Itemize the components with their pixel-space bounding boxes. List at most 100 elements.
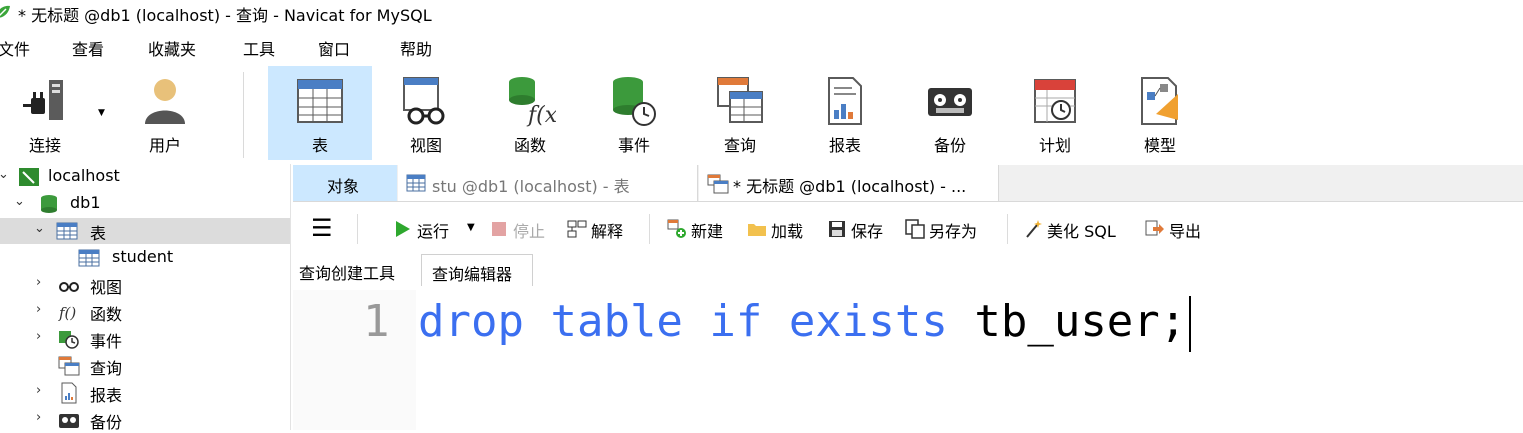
sql-code-line[interactable]: drop table if exists tb_user; [418, 296, 1192, 352]
text-cursor [1189, 296, 1192, 352]
svg-text:f(x): f(x) [526, 103, 556, 128]
tab-query-editor[interactable]: 查询编辑器 [421, 254, 533, 286]
tree-events[interactable]: › 事件 [0, 326, 290, 352]
sql-keyword-drop: drop [418, 296, 524, 347]
connect-button[interactable]: 连接 [0, 66, 90, 160]
toolbar-table-button[interactable]: 表 [268, 66, 372, 160]
line-number: 1 [363, 296, 390, 347]
user-label: 用户 [148, 136, 181, 155]
model-icon [1141, 77, 1178, 125]
menu-view[interactable]: 查看 [72, 36, 104, 60]
tab-query-label: * 无标题 @db1 (localhost) - ... [733, 177, 967, 196]
play-icon [396, 221, 410, 237]
table-icon [56, 222, 78, 240]
expand-chevron-icon[interactable]: › [36, 329, 41, 344]
save-disk-icon [829, 221, 845, 237]
toolbar-report-label: 报表 [828, 136, 861, 155]
toolbar-schedule-button[interactable]: 计划 [1003, 66, 1107, 160]
sql-editor[interactable]: 1 drop table if exists tb_user; [293, 290, 1523, 430]
collapse-chevron-icon[interactable]: ⌄ [34, 221, 45, 236]
connection-icon [19, 168, 39, 186]
toolbar-model-label: 模型 [1143, 136, 1176, 155]
view-icon [403, 77, 445, 125]
toolbar-separator [1007, 214, 1008, 244]
svg-text:f(): f() [58, 304, 76, 322]
report-icon [61, 382, 77, 404]
menu-window[interactable]: 窗口 [318, 36, 350, 60]
connect-dropdown-icon[interactable]: ▼ [98, 108, 105, 118]
table-icon [297, 79, 343, 123]
tree-functions[interactable]: › f() 函数 [0, 299, 290, 325]
expand-chevron-icon[interactable]: › [36, 383, 41, 398]
table-icon [78, 249, 100, 267]
toolbar-event-button[interactable]: 事件 [582, 66, 686, 160]
tree-reports[interactable]: › 报表 [0, 380, 290, 406]
query-builder-label: 查询创建工具 [299, 264, 396, 283]
tree-views[interactable]: › 视图 [0, 272, 290, 298]
tab-query-builder[interactable]: 查询创建工具 [299, 254, 417, 286]
menu-help[interactable]: 帮助 [400, 36, 432, 60]
sql-keyword-table: table [550, 296, 683, 347]
toolbar-report-button[interactable]: 报表 [793, 66, 897, 160]
sql-keyword-exists: exists [788, 296, 948, 347]
menu-tools[interactable]: 工具 [243, 36, 275, 60]
magic-wand-icon [1026, 220, 1042, 238]
load-label: 加载 [771, 222, 804, 241]
schedule-icon [1034, 79, 1076, 123]
toolbar-backup-label: 备份 [933, 136, 966, 155]
tree-connection-localhost[interactable]: ⌄ localhost [0, 164, 290, 190]
toolbar-model-button[interactable]: 模型 [1108, 66, 1212, 160]
tree-events-label: 事件 [90, 332, 123, 351]
new-query-icon [667, 219, 686, 238]
tab-query-untitled[interactable]: * 无标题 @db1 (localhost) - ... [699, 165, 999, 201]
tree-table-student[interactable]: student [0, 245, 290, 271]
window-title: * 无标题 @db1 (localhost) - 查询 - Navicat fo… [18, 6, 432, 25]
tree-backups[interactable]: › 备份 [0, 407, 290, 433]
user-button[interactable]: 用户 [120, 66, 210, 160]
expand-chevron-icon[interactable]: › [36, 410, 41, 425]
tree-reports-label: 报表 [90, 386, 123, 405]
event-icon [59, 331, 79, 349]
menu-file[interactable]: 文件 [0, 36, 30, 60]
tree-db-label: db1 [70, 193, 101, 212]
expand-chevron-icon[interactable]: › [36, 275, 41, 290]
table-icon [406, 174, 426, 192]
toolbar-view-button[interactable]: 视图 [374, 66, 478, 160]
collapse-chevron-icon[interactable]: ⌄ [14, 194, 25, 209]
user-icon [145, 79, 185, 124]
tree-backups-label: 备份 [90, 413, 123, 432]
hamburger-menu-icon[interactable]: ☰ [311, 214, 333, 242]
explain-label: 解释 [591, 222, 624, 241]
sql-keyword-if: if [709, 296, 763, 347]
tree-queries[interactable]: 查询 [0, 353, 290, 379]
menu-favorites[interactable]: 收藏夹 [148, 36, 196, 60]
tree-tables[interactable]: ⌄ 表 [0, 218, 290, 244]
toolbar-query-button[interactable]: 查询 [688, 66, 792, 160]
toolbar-separator [357, 214, 358, 244]
toolbar-backup-button[interactable]: 备份 [898, 66, 1002, 160]
expand-chevron-icon[interactable]: › [36, 302, 41, 317]
tab-objects[interactable]: 对象 [293, 165, 397, 201]
collapse-chevron-icon[interactable]: ⌄ [0, 167, 9, 182]
toolbar-schedule-label: 计划 [1038, 136, 1071, 155]
query-toolbar: ☰ 运行 ▼ 停止 解释 新建 加载 保存 另存为 美化 SQL 导出 [293, 208, 1523, 248]
toolbar-function-label: 函数 [513, 136, 546, 155]
toolbar-table-label: 表 [311, 136, 328, 155]
toolbar-function-button[interactable]: f(x) 函数 [478, 66, 582, 160]
toolbar-separator [243, 72, 244, 158]
folder-icon [748, 224, 766, 236]
tab-objects-label: 对象 [327, 177, 360, 196]
tab-stu-table[interactable]: stu @db1 (localhost) - 表 [398, 165, 698, 201]
beautify-sql-label: 美化 SQL [1047, 222, 1116, 241]
query-editor-label: 查询编辑器 [432, 265, 513, 284]
tree-db1[interactable]: ⌄ db1 [0, 191, 290, 217]
toolbar-event-label: 事件 [617, 136, 650, 155]
line-number-gutter: 1 [293, 290, 416, 430]
run-dropdown-icon[interactable]: ▼ [467, 222, 475, 233]
backup-icon [59, 414, 79, 428]
menu-bar: 文件 查看 收藏夹 工具 窗口 帮助 [0, 36, 1523, 62]
tab-strip: 对象 stu @db1 (localhost) - 表 * 无标题 @db1 (… [293, 165, 1523, 202]
tree-views-label: 视图 [90, 278, 123, 297]
stop-icon [492, 222, 506, 236]
object-tree: ⌄ localhost ⌄ db1 ⌄ 表 student › 视图 › f()… [0, 164, 291, 433]
